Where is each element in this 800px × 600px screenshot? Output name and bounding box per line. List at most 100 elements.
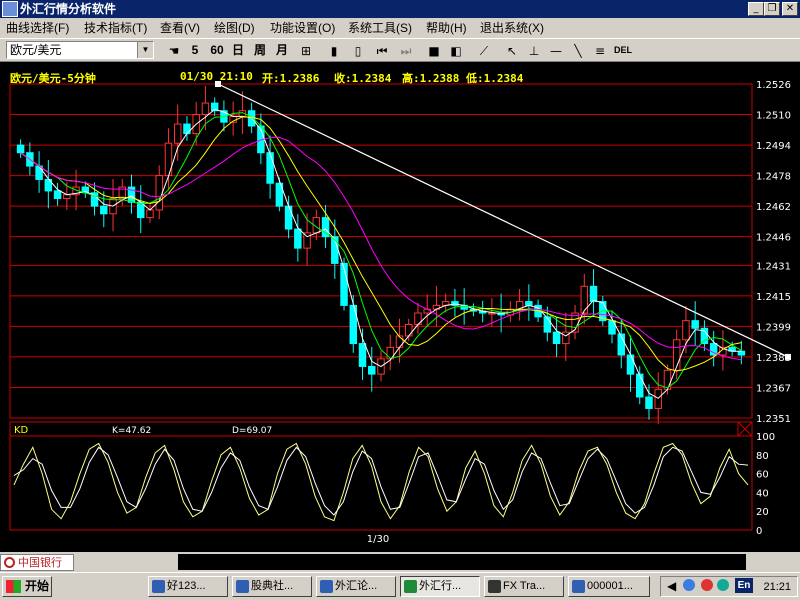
period-5-button[interactable]: 5: [188, 41, 202, 59]
hand-icon[interactable]: ☚: [164, 41, 184, 59]
window-icon[interactable]: ■: [424, 41, 444, 59]
menu-exit[interactable]: 退出系统(X): [480, 20, 544, 36]
delete-button[interactable]: DEL: [612, 41, 634, 59]
candle-body: [266, 152, 274, 184]
volume-icon[interactable]: ◀: [667, 579, 676, 593]
menu-curve-select[interactable]: 曲线选择(F): [6, 20, 69, 36]
candle-body: [100, 205, 108, 215]
task-button[interactable]: 好123...: [148, 576, 228, 597]
kd-axis-label: 0: [756, 526, 762, 537]
kd-line: [13, 442, 749, 522]
kd-k-value: K=47.62: [112, 426, 151, 436]
antivirus-icon[interactable]: [701, 579, 713, 591]
candle-body: [16, 144, 25, 154]
date-axis-label: 1/30: [367, 534, 389, 545]
candle-body: [525, 301, 533, 306]
kd-axis-label: 60: [756, 470, 769, 481]
trend-line-icon[interactable]: ╲: [568, 41, 588, 59]
chevron-down-icon[interactable]: ▼: [137, 42, 153, 58]
price-axis-label: 1.2431: [756, 261, 791, 272]
language-indicator[interactable]: En: [735, 578, 753, 593]
candle-body: [543, 316, 552, 333]
candle-body: [321, 217, 330, 238]
period-60-button[interactable]: 60: [206, 41, 228, 59]
price-axis-label: 1.2462: [756, 202, 791, 213]
fib-icon[interactable]: ≡: [590, 41, 610, 59]
bank-logo-icon: [4, 557, 15, 568]
symbol-value: 欧元/美元: [10, 43, 62, 57]
taskbar: 开始 好123... 股典社... 外汇论... 外汇行... FX Tra..…: [0, 572, 800, 600]
candle-body: [589, 285, 598, 303]
kd-panel-frame: [9, 421, 753, 531]
close-button[interactable]: ✕: [782, 2, 798, 16]
task-button[interactable]: 外汇论...: [316, 576, 396, 597]
price-axis-label: 1.2478: [756, 172, 791, 183]
chart-canvas[interactable]: 1.2526 1.2510 1.2494 1.2478 1.2462 1.2446 1.24…: [0, 62, 800, 552]
moving-average-line: [20, 112, 742, 389]
kd-line: [13, 446, 749, 516]
start-label: 开始: [25, 579, 50, 593]
last-icon[interactable]: ⏭: [396, 41, 416, 59]
task-button[interactable]: 股典社...: [232, 576, 312, 597]
task-button-active[interactable]: 外汇行...: [400, 576, 480, 597]
panel-icon[interactable]: ▯: [348, 41, 368, 59]
title-bar: 外汇行情分析软件 _ ❐ ✕: [0, 0, 800, 18]
candle-body: [294, 228, 302, 249]
app-icon[interactable]: [2, 1, 18, 17]
horizontal-scrollbar[interactable]: [178, 554, 746, 570]
minimize-button[interactable]: _: [748, 2, 764, 16]
system-tray: ◀ En 21:21: [660, 576, 798, 597]
start-button[interactable]: 开始: [2, 576, 52, 597]
crosshair-icon[interactable]: ⊥: [524, 41, 544, 59]
price-axis-label: 1.2351: [756, 414, 791, 425]
weekly-button[interactable]: 周: [252, 41, 268, 59]
candle-body: [183, 123, 191, 135]
symbol-select[interactable]: 欧元/美元 ▼: [6, 41, 154, 59]
menu-indicators[interactable]: 技术指标(T): [84, 20, 147, 36]
ie-icon: [320, 580, 333, 593]
bank-logo: 中国银行: [0, 554, 74, 571]
candle-body: [645, 396, 653, 409]
window-title: 外汇行情分析软件: [20, 2, 117, 16]
cursor-icon[interactable]: ↖: [502, 41, 522, 59]
task-button[interactable]: FX Tra...: [484, 576, 564, 597]
window-alt-icon[interactable]: ◧: [446, 41, 466, 59]
kd-title: KD: [14, 425, 29, 436]
menu-tools[interactable]: 系统工具(S): [348, 20, 412, 36]
candle-body: [580, 285, 589, 314]
candle-body: [737, 350, 746, 356]
candle-body: [626, 354, 635, 375]
restore-button[interactable]: ❐: [764, 2, 780, 16]
messenger-icon[interactable]: [717, 579, 729, 591]
monthly-button[interactable]: 月: [274, 41, 290, 59]
task-button[interactable]: 000001...: [568, 576, 650, 597]
menu-settings[interactable]: 功能设置(O): [270, 20, 335, 36]
candle-body: [284, 205, 293, 230]
daily-button[interactable]: 日: [230, 41, 246, 59]
candle-body: [423, 308, 431, 314]
candle-body: [404, 323, 413, 337]
candle-body: [368, 365, 376, 375]
menu-help[interactable]: 帮助(H): [426, 20, 467, 36]
status-strip: 中国银行: [0, 552, 800, 572]
candle-body: [53, 190, 62, 200]
first-icon[interactable]: ⏮: [372, 41, 392, 59]
grid-icon[interactable]: ⊞: [296, 41, 316, 59]
line-chart-icon[interactable]: ⟋: [474, 41, 494, 59]
clock: 21:21: [763, 581, 791, 593]
price-axis-label: 1.2399: [756, 322, 791, 333]
price-axis-label: 1.2446: [756, 233, 791, 244]
price-axis-label: 1.2526: [756, 80, 791, 91]
kd-axis-label: 80: [756, 451, 769, 462]
network-icon[interactable]: [683, 579, 695, 591]
candle-body: [173, 123, 182, 144]
menu-draw[interactable]: 绘图(D): [214, 20, 255, 36]
menu-view[interactable]: 查看(V): [160, 20, 200, 36]
windows-logo-icon: [6, 580, 21, 593]
candle-body: [682, 320, 690, 341]
candle-body: [691, 320, 699, 329]
bar-chart-icon[interactable]: ▮: [324, 41, 344, 59]
candle-body: [395, 335, 404, 348]
line-icon[interactable]: —: [546, 41, 566, 59]
price-axis-label: 1.2367: [756, 383, 791, 394]
